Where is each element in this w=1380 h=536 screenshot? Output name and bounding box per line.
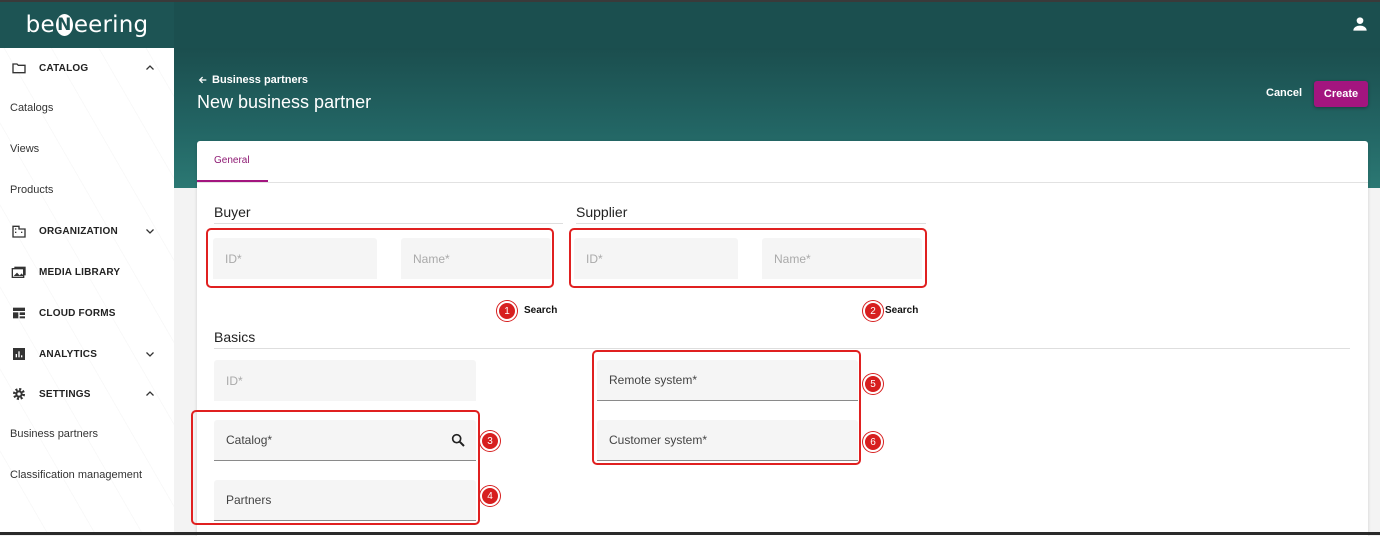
sidebar-item-views[interactable]: Views — [10, 143, 39, 155]
tab-general[interactable]: General — [197, 141, 268, 182]
sidebar-item-catalogs[interactable]: Catalogs — [10, 102, 53, 114]
basics-divider — [214, 348, 1350, 349]
sidebar-section-analytics[interactable]: ANALYTICS — [0, 342, 174, 366]
basics-id-field[interactable]: ID* — [214, 360, 476, 401]
sidebar-section-label: ANALYTICS — [39, 348, 98, 360]
supplier-divider — [576, 223, 926, 224]
buyer-highlight-box — [206, 228, 554, 288]
annotation-badge-4: 4 — [480, 486, 500, 506]
sidebar-section-label: MEDIA LIBRARY — [39, 266, 121, 278]
sidebar-section-label: SETTINGS — [39, 388, 91, 400]
tab-label: General — [214, 155, 250, 166]
top-app-bar — [0, 2, 1380, 48]
sidebar-item-business-partners[interactable]: Business partners — [10, 428, 98, 440]
sidebar-item-classification-management[interactable]: Classification management — [10, 469, 142, 481]
window-frame-top — [0, 0, 1380, 2]
sidebar-section-label: ORGANIZATION — [39, 225, 118, 237]
form-card: General Buyer ID* Name* 1 Search Supplie… — [191, 141, 1368, 536]
logo-area[interactable]: be Neering — [0, 2, 174, 48]
supplier-search-link[interactable]: Search — [885, 305, 918, 316]
annotation-badge-5: 5 — [863, 374, 883, 394]
sidebar-item-products[interactable]: Products — [10, 184, 53, 196]
supplier-highlight-box — [569, 228, 927, 288]
field-placeholder: ID* — [226, 373, 243, 388]
annotation-badge-2: 2 — [863, 301, 883, 321]
annotation-badge-6: 6 — [863, 432, 883, 452]
back-link-label: Business partners — [212, 74, 308, 86]
sidebar-section-label: CATALOG — [39, 62, 89, 74]
sidebar-section-settings[interactable]: SETTINGS — [0, 382, 174, 406]
user-account-icon[interactable] — [1350, 14, 1370, 34]
annotation-badge-3: 3 — [480, 431, 500, 451]
annotation-badge-1: 1 — [497, 301, 517, 321]
gear-icon — [13, 388, 25, 400]
media-library-icon — [11, 266, 26, 278]
analytics-icon — [13, 348, 25, 360]
sidebar-section-label: CLOUD FORMS — [39, 307, 116, 319]
cloud-forms-icon — [13, 307, 25, 319]
chevron-down-icon[interactable] — [144, 348, 156, 360]
catalog-partners-highlight-box — [191, 410, 480, 525]
folder-icon — [12, 63, 26, 74]
app-logo: be Neering — [26, 12, 149, 38]
chevron-up-icon[interactable] — [144, 388, 156, 400]
supplier-section-title: Supplier — [576, 204, 628, 220]
building-icon — [12, 225, 26, 238]
buyer-divider — [214, 223, 563, 224]
logo-text-right: eering — [73, 12, 149, 38]
cancel-button[interactable]: Cancel — [1264, 86, 1304, 100]
logo-n-mark: N — [55, 14, 73, 36]
tab-divider — [197, 182, 1368, 183]
sidebar-section-cloud-forms[interactable]: CLOUD FORMS — [0, 301, 174, 325]
page-title: New business partner — [197, 92, 372, 112]
sidebar-section-organization[interactable]: ORGANIZATION — [0, 219, 174, 243]
basics-section-title: Basics — [214, 329, 256, 345]
chevron-down-icon[interactable] — [144, 225, 156, 237]
chevron-up-icon[interactable] — [144, 62, 156, 74]
arrow-left-icon — [198, 76, 207, 84]
systems-highlight-box — [592, 350, 861, 465]
logo-text-left: be — [25, 12, 55, 38]
sidebar-section-media-library[interactable]: MEDIA LIBRARY — [0, 260, 174, 284]
create-button[interactable]: Create — [1314, 81, 1368, 107]
sidebar-section-catalog[interactable]: CATALOG — [0, 56, 174, 80]
buyer-section-title: Buyer — [214, 204, 251, 220]
buyer-search-link[interactable]: Search — [524, 305, 557, 316]
breadcrumb-back-link[interactable]: Business partners — [198, 74, 308, 86]
sidebar: CATALOG Catalogs Views Products ORGANIZA… — [0, 48, 174, 532]
